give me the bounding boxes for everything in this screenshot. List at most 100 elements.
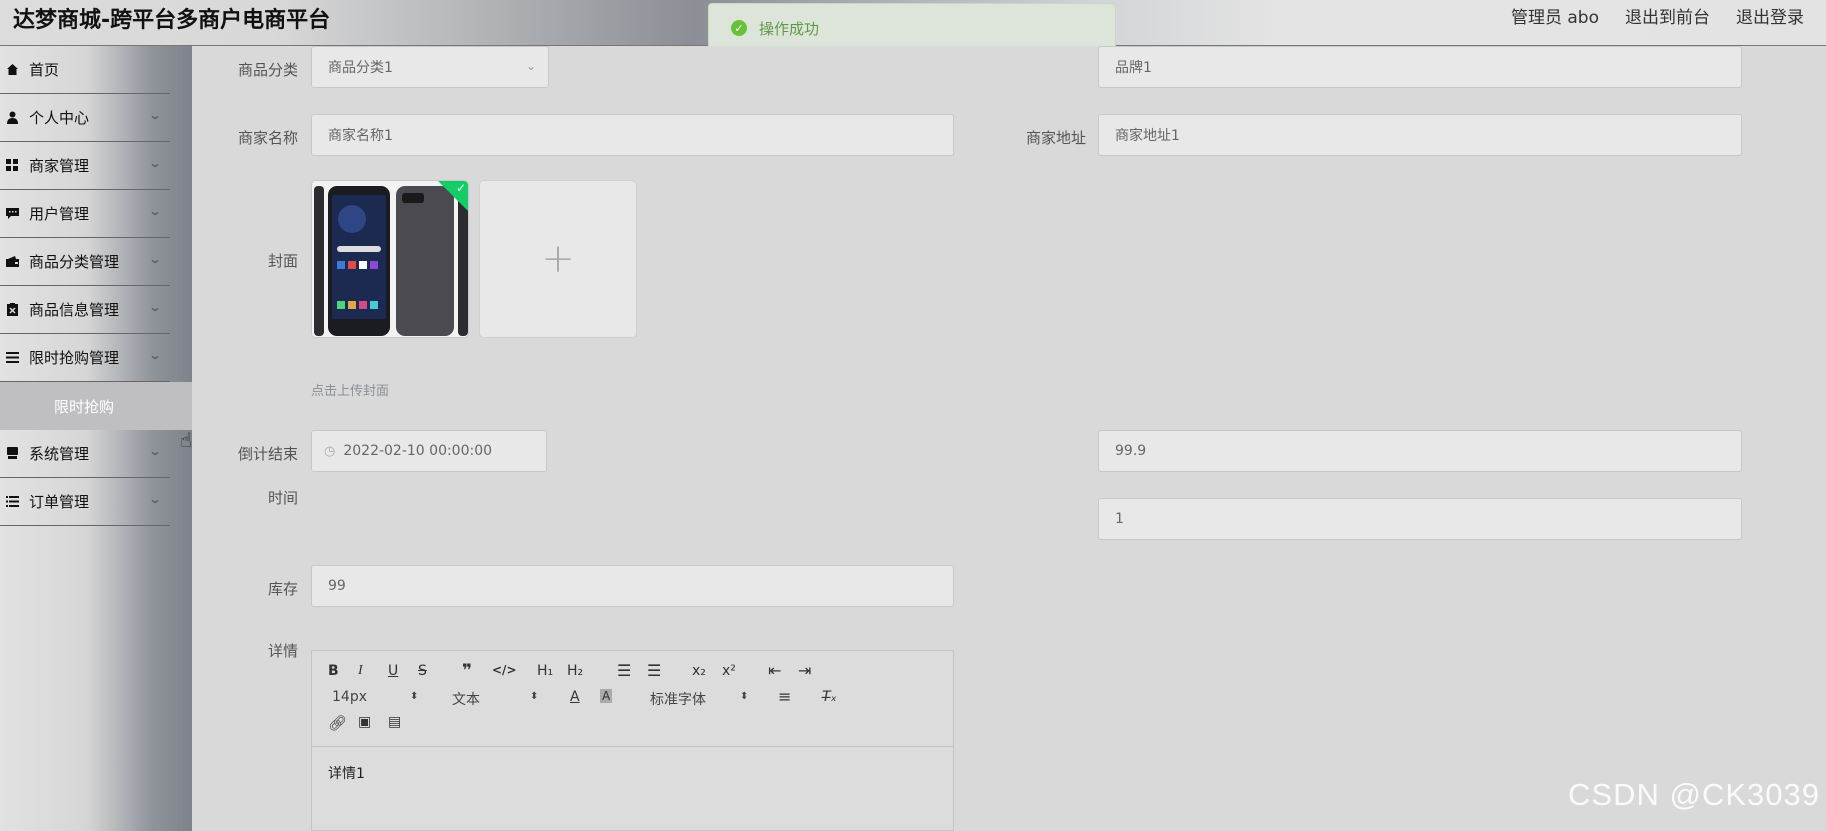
merchant-name-input[interactable]: 商家名称1: [311, 114, 954, 156]
font-color-icon[interactable]: A: [570, 689, 580, 705]
sidebar-item-label: 限时抢购管理: [29, 349, 120, 367]
font-family-select[interactable]: 标准字体 ⬍: [650, 689, 750, 709]
limit-value: 1: [1115, 511, 1124, 527]
sidebar-subitem-label: 限时抢购: [54, 397, 115, 416]
sidebar-item-category-mgmt[interactable]: 商品分类管理 ⌄: [0, 238, 170, 286]
link-icon[interactable]: 🔗︎: [328, 714, 347, 732]
countdown-label: 倒计结束: [237, 445, 298, 463]
italic-icon[interactable]: I: [358, 663, 363, 679]
toast-message: 操作成功: [759, 19, 820, 38]
outdent-icon[interactable]: ⇤: [768, 661, 781, 680]
brand-input[interactable]: 品牌1: [1098, 46, 1742, 88]
chevron-down-icon: ⌄: [147, 108, 163, 122]
chevron-down-icon: ⌄: [147, 156, 163, 170]
text-type-value: 文本: [452, 692, 480, 708]
sidebar-item-user-mgmt[interactable]: 用户管理 ⌄: [0, 190, 170, 238]
background-color-icon[interactable]: A: [600, 689, 613, 703]
category-label: 商品分类: [237, 61, 298, 79]
merchant-addr-input[interactable]: 商家地址1: [1098, 114, 1742, 156]
plus-icon: +: [541, 236, 575, 282]
sidebar-item-label: 商品信息管理: [29, 301, 120, 319]
limit-input[interactable]: 1: [1098, 498, 1742, 540]
clipboard-icon: [5, 303, 19, 317]
header-links: 管理员 abo 退出到前台 退出登录: [1511, 3, 1804, 28]
align-icon[interactable]: ≡: [778, 687, 791, 706]
stock-value: 99: [328, 578, 346, 594]
countdown-value: 2022-02-10 00:00:00: [343, 443, 493, 459]
home-icon: [5, 63, 19, 77]
strikethrough-icon[interactable]: S: [418, 663, 427, 679]
main-form: 商品分类 商品分类1 ⌄ 品牌 品牌1 商家名称 商家名称1 商家地址 商家地址…: [212, 46, 1802, 831]
sidebar-item-label: 个人中心: [29, 109, 90, 127]
category-value: 商品分类1: [328, 60, 393, 76]
updown-arrow-icon: ⬍: [740, 691, 749, 702]
list-icon: [5, 495, 19, 509]
wallet-icon: [5, 255, 19, 269]
sidebar-item-label: 首页: [29, 61, 60, 79]
chevron-up-icon: ⌄: [147, 348, 163, 362]
clear-format-icon[interactable]: T̶ₓ: [822, 689, 837, 705]
sidebar-item-label: 商家管理: [29, 157, 90, 175]
sidebar-item-product-mgmt[interactable]: 商品信息管理 ⌄: [0, 286, 170, 334]
chevron-down-icon: ⌄: [147, 300, 163, 314]
video-icon[interactable]: ▤: [388, 714, 401, 730]
detail-label: 详情: [267, 642, 298, 660]
sidebar-item-flash-sale-mgmt[interactable]: 限时抢购管理 ⌄: [0, 334, 170, 382]
superscript-icon[interactable]: x²: [722, 663, 736, 679]
sidebar-item-label: 订单管理: [29, 493, 90, 511]
countdown-label-line2: 时间: [267, 489, 298, 507]
indent-icon[interactable]: ⇥: [798, 661, 811, 680]
upload-cover-button[interactable]: +: [479, 180, 637, 338]
heading1-icon[interactable]: H₁: [537, 663, 553, 679]
subscript-icon[interactable]: x₂: [692, 663, 706, 679]
detail-text: 详情1: [328, 766, 365, 782]
image-icon[interactable]: ▣: [358, 714, 371, 730]
rich-text-editor: B I U S ❞ </> H₁ H₂ ☰ ☰ x₂ x² ⇤ ⇥ 14px ⬍…: [311, 650, 954, 831]
monitor-icon: [5, 447, 19, 461]
category-select[interactable]: 商品分类1 ⌄: [311, 46, 549, 88]
font-size-value: 14px: [332, 689, 367, 705]
sidebar-item-label: 商品分类管理: [29, 253, 120, 271]
chevron-down-icon: ⌄: [147, 204, 163, 218]
price-input[interactable]: 99.9: [1098, 430, 1742, 472]
chat-icon: [5, 207, 19, 221]
countdown-datetime-picker[interactable]: ◷ 2022-02-10 00:00:00: [311, 430, 547, 472]
text-type-select[interactable]: 文本 ⬍: [452, 689, 542, 709]
bullet-list-icon[interactable]: ☰: [647, 661, 661, 680]
current-user: 管理员 abo: [1510, 8, 1599, 28]
stock-input[interactable]: 99: [311, 565, 954, 607]
exit-to-front-link[interactable]: 退出到前台: [1625, 3, 1710, 28]
quote-icon[interactable]: ❞: [462, 661, 472, 681]
chevron-down-icon: ⌄: [525, 59, 536, 73]
logout-link[interactable]: 退出登录: [1736, 3, 1804, 28]
sidebar-item-label: 用户管理: [29, 205, 90, 223]
sidebar-item-personal-center[interactable]: 个人中心 ⌄: [0, 94, 170, 142]
font-size-select[interactable]: 14px ⬍: [332, 689, 422, 705]
bold-icon[interactable]: B: [328, 663, 339, 679]
code-icon[interactable]: </>: [492, 663, 517, 677]
cover-upload-hint: 点击上传封面: [311, 384, 390, 399]
clock-icon: ◷: [324, 443, 336, 459]
updown-arrow-icon: ⬍: [530, 691, 539, 702]
sidebar-item-home[interactable]: 首页: [0, 46, 170, 94]
editor-content[interactable]: 详情1: [312, 747, 953, 799]
grid-icon: [5, 159, 19, 173]
heading2-icon[interactable]: H₂: [567, 663, 583, 679]
sidebar: 首页 个人中心 ⌄ 商家管理 ⌄ 用户管理 ⌄ 商品分类管理 ⌄ 商品信息管理 …: [0, 46, 192, 831]
chevron-down-icon: ⌄: [147, 252, 163, 266]
sidebar-item-merchant[interactable]: 商家管理 ⌄: [0, 142, 170, 190]
sidebar-item-order-mgmt[interactable]: 订单管理 ⌄: [0, 478, 170, 526]
hand-cursor-icon: ☝: [180, 428, 193, 452]
sidebar-subitem-flash-sale[interactable]: 限时抢购: [0, 382, 192, 430]
merchant-addr-value: 商家地址1: [1115, 128, 1180, 144]
merchant-name-value: 商家名称1: [328, 128, 393, 144]
underline-icon[interactable]: U: [388, 663, 398, 679]
ordered-list-icon[interactable]: ☰: [617, 661, 631, 680]
sidebar-item-label: 系统管理: [29, 445, 90, 463]
cover-label: 封面: [267, 252, 298, 270]
merchant-addr-label: 商家地址: [1025, 129, 1086, 147]
sidebar-item-system-mgmt[interactable]: 系统管理 ⌄: [0, 430, 170, 478]
cover-image-thumbnail[interactable]: ✓: [311, 180, 469, 338]
user-icon: [5, 111, 19, 125]
merchant-name-label: 商家名称: [237, 129, 298, 147]
